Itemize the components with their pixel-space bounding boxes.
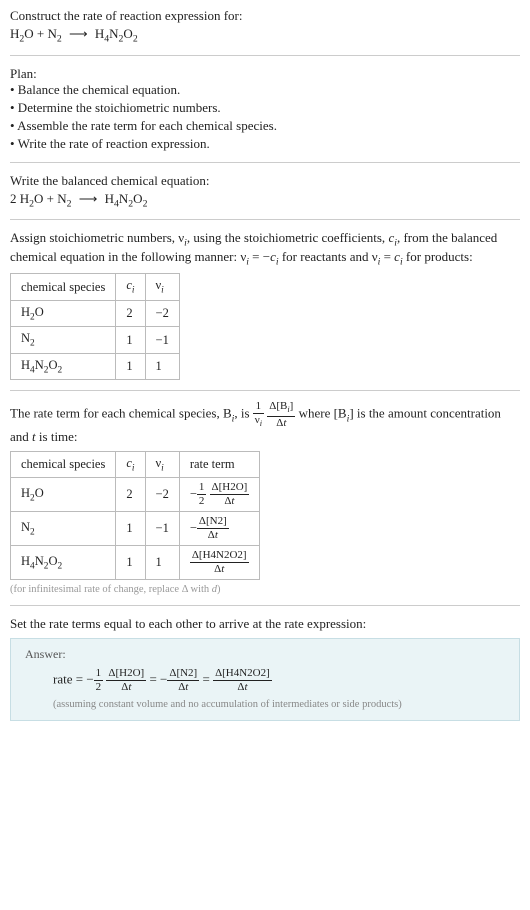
cell-species: H4N2O2 [11, 546, 116, 580]
rate-term-text: The rate term for each chemical species,… [10, 401, 520, 444]
cell-nui: 1 [145, 353, 179, 380]
table-row: H2O 2 −2 −12 Δ[H2O]Δt [11, 478, 260, 512]
divider [10, 55, 520, 56]
table-header-row: chemical species ci νi [11, 274, 180, 301]
table-row: H2O 2 −2 [11, 300, 180, 327]
assign-text: Assign stoichiometric numbers, νi, using… [10, 230, 520, 267]
answer-box: Answer: rate = −12 Δ[H2O]Δt = −Δ[N2]Δt =… [10, 638, 520, 721]
col-rate-term: rate term [179, 451, 259, 478]
divider [10, 390, 520, 391]
col-ci: ci [116, 274, 145, 301]
answer-expression: rate = −12 Δ[H2O]Δt = −Δ[N2]Δt = Δ[H4N2O… [53, 668, 505, 693]
table-caption: (for infinitesimal rate of change, repla… [10, 584, 520, 595]
cell-nui: −1 [145, 327, 179, 354]
prompt-heading: Construct the rate of reaction expressio… [10, 8, 520, 24]
cell-ci: 2 [116, 300, 145, 327]
cell-nui: 1 [145, 546, 179, 580]
balanced-title: Write the balanced chemical equation: [10, 173, 520, 189]
answer-note: (assuming constant volume and no accumul… [53, 699, 505, 710]
plan-item: • Balance the chemical equation. [10, 82, 520, 98]
col-nui: νi [145, 274, 179, 301]
cell-species: H4N2O2 [11, 353, 116, 380]
equation-unbalanced: H2O + N2 ⟶ H4N2O2 [10, 26, 520, 45]
cell-ci: 1 [116, 327, 145, 354]
divider [10, 219, 520, 220]
plan-item: • Write the rate of reaction expression. [10, 136, 520, 152]
cell-species: N2 [11, 512, 116, 546]
cell-species: N2 [11, 327, 116, 354]
table-row: N2 1 −1 [11, 327, 180, 354]
cell-ci: 1 [116, 546, 145, 580]
rate-term-table: chemical species ci νi rate term H2O 2 −… [10, 451, 260, 581]
cell-nui: −2 [145, 300, 179, 327]
col-species: chemical species [11, 274, 116, 301]
col-species: chemical species [11, 451, 116, 478]
table-row: H4N2O2 1 1 [11, 353, 180, 380]
cell-ci: 1 [116, 512, 145, 546]
equation-balanced: 2 H2O + N2 ⟶ H4N2O2 [10, 191, 520, 210]
cell-rate-term: −Δ[N2]Δt [179, 512, 259, 546]
plan-title: Plan: [10, 66, 520, 82]
cell-species: H2O [11, 300, 116, 327]
divider [10, 162, 520, 163]
cell-rate-term: −12 Δ[H2O]Δt [179, 478, 259, 512]
cell-nui: −1 [145, 512, 179, 546]
cell-species: H2O [11, 478, 116, 512]
cell-rate-term: Δ[H4N2O2]Δt [179, 546, 259, 580]
cell-ci: 2 [116, 478, 145, 512]
plan-item: • Assemble the rate term for each chemic… [10, 118, 520, 134]
table-header-row: chemical species ci νi rate term [11, 451, 260, 478]
stoich-table: chemical species ci νi H2O 2 −2 N2 1 −1 … [10, 273, 180, 380]
answer-label: Answer: [25, 647, 505, 662]
set-equal-text: Set the rate terms equal to each other t… [10, 616, 520, 632]
col-ci: ci [116, 451, 145, 478]
col-nui: νi [145, 451, 179, 478]
divider [10, 605, 520, 606]
table-row: N2 1 −1 −Δ[N2]Δt [11, 512, 260, 546]
table-row: H4N2O2 1 1 Δ[H4N2O2]Δt [11, 546, 260, 580]
cell-nui: −2 [145, 478, 179, 512]
plan-item: • Determine the stoichiometric numbers. [10, 100, 520, 116]
cell-ci: 1 [116, 353, 145, 380]
